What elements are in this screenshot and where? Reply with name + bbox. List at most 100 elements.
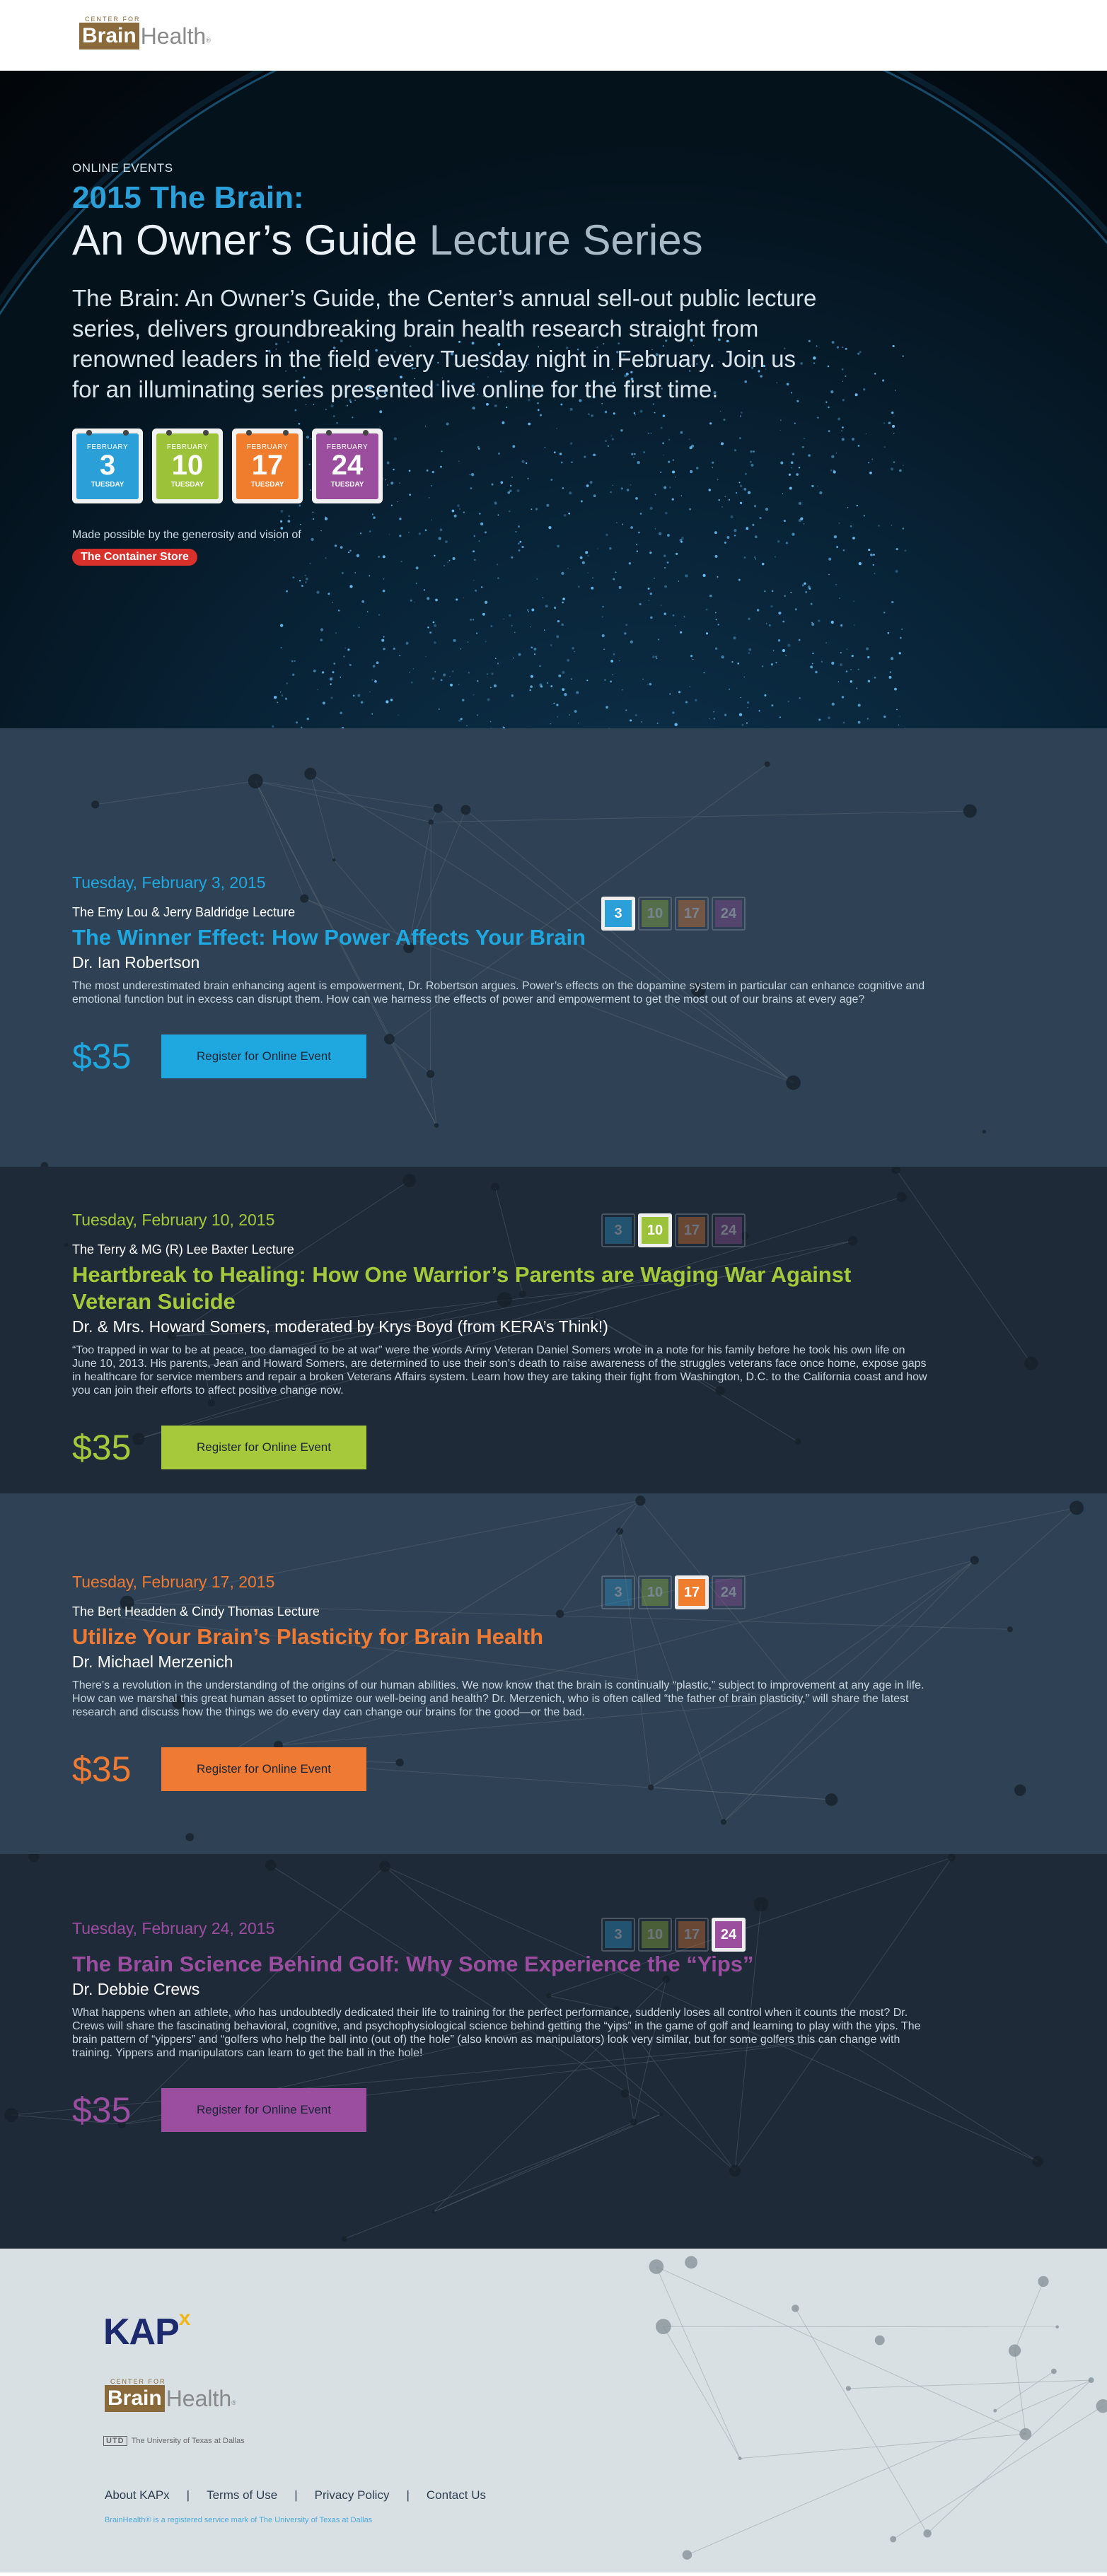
mini-calendar-day: 17 xyxy=(678,900,705,927)
mini-calendar-day: 24 xyxy=(715,1921,742,1948)
utd-box: UTD xyxy=(103,2436,127,2446)
mini-calendar-icon[interactable]: 10 xyxy=(638,1918,672,1952)
event-description: There’s a revolution in the understandin… xyxy=(72,1679,925,1718)
footer-brainhealth-logo[interactable]: CENTER FOR Brain Health ® xyxy=(105,2378,236,2412)
event-date: Tuesday, February 24, 2015 xyxy=(72,1919,275,1937)
mini-calendar-icon[interactable]: 10 xyxy=(638,1575,672,1609)
event-lecture-name: The Terry & MG (R) Lee Baxter Lecture xyxy=(72,1242,294,1257)
logo-registered: ® xyxy=(231,2399,236,2406)
footer-links: About KAPx | Terms of Use | Privacy Poli… xyxy=(105,2488,486,2502)
event-speaker: Dr. Ian Robertson xyxy=(72,953,200,972)
logo-registered: ® xyxy=(206,37,211,44)
logo-center-for: CENTER FOR xyxy=(110,2378,166,2385)
footer-separator: | xyxy=(186,2488,190,2502)
event-date: Tuesday, February 17, 2015 xyxy=(72,1573,275,1591)
calendar-weekday: TUESDAY xyxy=(250,481,284,489)
calendar-day: 10 xyxy=(171,450,204,481)
event-section: 3 10 17 24 Tuesday, February 24, 2015 The B… xyxy=(0,1854,1107,2249)
event-date: Tuesday, February 10, 2015 xyxy=(72,1211,275,1229)
mini-calendar-icon[interactable]: 24 xyxy=(712,1918,746,1952)
mini-calendar-icon[interactable]: 3 xyxy=(601,1575,635,1609)
calendar-icon[interactable]: FEBRUARY 3 TUESDAY xyxy=(72,429,143,503)
calendar-day: 3 xyxy=(99,450,116,481)
mini-calendar-icon[interactable]: 3 xyxy=(601,1213,635,1247)
event-date: Tuesday, February 3, 2015 xyxy=(72,873,266,892)
mini-calendar-icon[interactable]: 17 xyxy=(675,897,709,931)
calendar-icon[interactable]: FEBRUARY 24 TUESDAY xyxy=(312,429,383,503)
mini-calendar-day: 10 xyxy=(642,1217,668,1244)
calendar-weekday: TUESDAY xyxy=(330,481,364,489)
site-header: CENTER FOR Brain Health ® xyxy=(0,0,1107,71)
event-speaker: Dr. Michael Merzenich xyxy=(72,1653,233,1671)
kapx-logo[interactable]: KAPx xyxy=(103,2307,190,2353)
mini-calendar-icon[interactable]: 17 xyxy=(675,1213,709,1247)
mini-calendar-icon[interactable]: 10 xyxy=(638,1213,672,1247)
event-price: $35 xyxy=(72,1749,132,1789)
event-speaker: Dr. & Mrs. Howard Somers, moderated by K… xyxy=(72,1317,608,1336)
mini-calendar-day: 17 xyxy=(678,1579,705,1606)
footer-link-about[interactable]: About KAPx xyxy=(105,2488,170,2502)
mini-calendar-day: 24 xyxy=(715,1579,742,1606)
logo-center-for: CENTER FOR xyxy=(85,16,141,23)
kapx-logo-text: KAP xyxy=(103,2312,180,2353)
register-button[interactable]: Register for Online Event xyxy=(161,2088,366,2132)
hero-title-lecture-series: Lecture Series xyxy=(429,216,703,264)
mini-calendar-day: 10 xyxy=(642,1921,668,1948)
calendar-icon[interactable]: FEBRUARY 10 TUESDAY xyxy=(152,429,223,503)
event-lecture-name: The Emy Lou & Jerry Baldridge Lecture xyxy=(72,905,296,919)
event-title: Utilize Your Brain’s Plasticity for Brai… xyxy=(72,1624,544,1649)
mini-calendar-icon[interactable]: 24 xyxy=(712,1575,746,1609)
mini-calendar-icon[interactable]: 3 xyxy=(601,1918,635,1952)
footer-separator: | xyxy=(406,2488,410,2502)
event-section: 3 10 17 24 Tuesday, February 3, 2015 The Em… xyxy=(0,728,1107,1167)
calendar-weekday: TUESDAY xyxy=(170,481,204,489)
logo-health: Health xyxy=(140,23,207,49)
mini-calendar-icon[interactable]: 3 xyxy=(601,897,635,931)
calendar-day: 24 xyxy=(331,450,364,481)
hero-title-series: An Owner’s Guide Lecture Series xyxy=(72,216,822,264)
utd-logo[interactable]: UTD The University of Texas at Dallas xyxy=(103,2436,245,2446)
mini-calendar-icon[interactable]: 17 xyxy=(675,1575,709,1609)
event-description: The most underestimated brain enhancing … xyxy=(72,980,925,1006)
register-button[interactable]: Register for Online Event xyxy=(161,1035,366,1078)
mini-calendar-day: 3 xyxy=(605,900,632,927)
mini-calendar-strip: 3 10 17 24 xyxy=(601,897,746,931)
mini-calendar-strip: 3 10 17 24 xyxy=(601,1213,746,1247)
hero-title-year: 2015 The Brain: xyxy=(72,180,304,215)
mini-calendar-icon[interactable]: 17 xyxy=(675,1918,709,1952)
footer-link-contact[interactable]: Contact Us xyxy=(427,2488,486,2502)
container-store-logo[interactable]: The Container Store xyxy=(72,549,197,566)
hero-title-guide: An Owner’s Guide xyxy=(72,216,418,264)
mini-calendar-strip: 3 10 17 24 xyxy=(601,1918,746,1952)
register-button[interactable]: Register for Online Event xyxy=(161,1426,366,1469)
mini-calendar-day: 3 xyxy=(605,1921,632,1948)
footer-link-terms[interactable]: Terms of Use xyxy=(207,2488,277,2502)
footer-separator: | xyxy=(294,2488,298,2502)
calendar-icon[interactable]: FEBRUARY 17 TUESDAY xyxy=(232,429,303,503)
footer-link-privacy[interactable]: Privacy Policy xyxy=(315,2488,390,2502)
calendar-day: 17 xyxy=(251,450,284,481)
mini-calendar-day: 24 xyxy=(715,900,742,927)
trademark-note: BrainHealth® is a registered service mar… xyxy=(105,2516,373,2524)
sponsor-text: Made possible by the generosity and visi… xyxy=(72,529,301,541)
mini-calendar-day: 17 xyxy=(678,1921,705,1948)
event-section: 3 10 17 24 Tuesday, February 10, 2015 The T… xyxy=(0,1167,1107,1493)
event-title: The Brain Science Behind Golf: Why Some … xyxy=(72,1952,754,1976)
mini-calendar-day: 10 xyxy=(642,1579,668,1606)
mini-calendar-icon[interactable]: 24 xyxy=(712,897,746,931)
register-button[interactable]: Register for Online Event xyxy=(161,1747,366,1791)
event-description: What happens when an athlete, who has un… xyxy=(72,2007,921,2059)
event-price: $35 xyxy=(72,2090,132,2130)
mini-calendar-day: 3 xyxy=(605,1579,632,1606)
mini-calendar-day: 3 xyxy=(605,1217,632,1244)
event-price: $35 xyxy=(72,1428,132,1467)
mini-calendar-icon[interactable]: 10 xyxy=(638,897,672,931)
mini-calendar-day: 24 xyxy=(715,1217,742,1244)
logo-brain: Brain xyxy=(79,23,139,49)
mini-calendar-day: 10 xyxy=(642,900,668,927)
logo-health: Health xyxy=(166,2386,232,2411)
mini-calendar-icon[interactable]: 24 xyxy=(712,1213,746,1247)
brainhealth-logo[interactable]: CENTER FOR Brain Health ® xyxy=(79,16,211,49)
event-section: 3 10 17 24 Tuesday, February 17, 2015 The B… xyxy=(0,1493,1107,1854)
hero-eyebrow: ONLINE EVENTS xyxy=(72,161,173,175)
